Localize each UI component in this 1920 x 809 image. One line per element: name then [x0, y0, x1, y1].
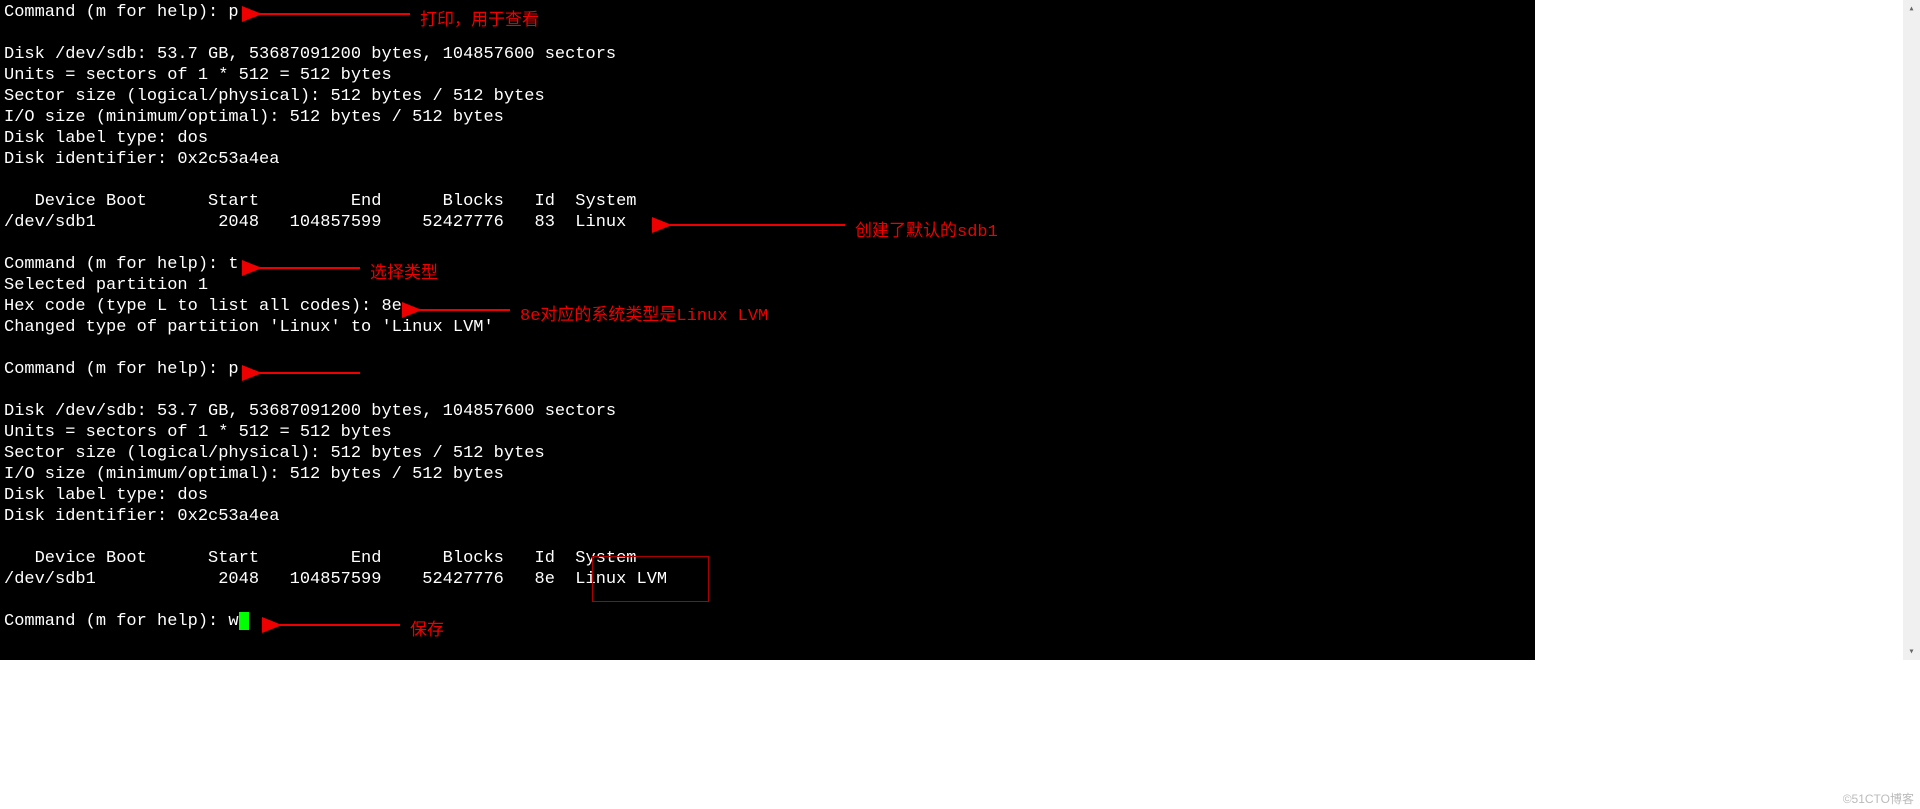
changed-type: Changed type of partition 'Linux' to 'Li…: [4, 317, 1531, 338]
hex-code: Hex code (type L to list all codes): 8e: [4, 296, 1531, 317]
disk-info-b-0: Disk /dev/sdb: 53.7 GB, 53687091200 byte…: [4, 401, 1531, 422]
disk-info-a-0: Disk /dev/sdb: 53.7 GB, 53687091200 byte…: [4, 44, 1531, 65]
disk-info-a-3: I/O size (minimum/optimal): 512 bytes / …: [4, 107, 1531, 128]
disk-info-b-4: Disk label type: dos: [4, 485, 1531, 506]
terminal[interactable]: Command (m for help): p Disk /dev/sdb: 5…: [0, 0, 1535, 660]
disk-info-b-1: Units = sectors of 1 * 512 = 512 bytes: [4, 422, 1531, 443]
blank: [4, 527, 1531, 548]
disk-info-a-4: Disk label type: dos: [4, 128, 1531, 149]
blank: [4, 338, 1531, 359]
blank: [4, 170, 1531, 191]
scroll-down-icon[interactable]: ▾: [1903, 643, 1920, 660]
watermark: ©51CTO博客: [1843, 790, 1914, 807]
cmd-p2: Command (m for help): p: [4, 359, 1531, 380]
cmd-w: Command (m for help): w: [4, 611, 1531, 632]
part-table-hdr-b: Device Boot Start End Blocks Id System: [4, 548, 1531, 569]
blank: [4, 233, 1531, 254]
scrollbar[interactable]: ▴ ▾: [1903, 0, 1920, 660]
selected-partition: Selected partition 1: [4, 275, 1531, 296]
scroll-up-icon[interactable]: ▴: [1903, 0, 1920, 17]
cmd-p1: Command (m for help): p: [4, 2, 1531, 23]
cmd-t: Command (m for help): t: [4, 254, 1531, 275]
disk-info-b-5: Disk identifier: 0x2c53a4ea: [4, 506, 1531, 527]
part-table-row-b: /dev/sdb1 2048 104857599 52427776 8e Lin…: [4, 569, 1531, 590]
disk-info-a-1: Units = sectors of 1 * 512 = 512 bytes: [4, 65, 1531, 86]
cursor-icon: [239, 612, 249, 630]
blank: [4, 23, 1531, 44]
part-table-row-a: /dev/sdb1 2048 104857599 52427776 83 Lin…: [4, 212, 1531, 233]
disk-info-a-5: Disk identifier: 0x2c53a4ea: [4, 149, 1531, 170]
disk-info-b-3: I/O size (minimum/optimal): 512 bytes / …: [4, 464, 1531, 485]
disk-info-b-2: Sector size (logical/physical): 512 byte…: [4, 443, 1531, 464]
part-table-hdr-a: Device Boot Start End Blocks Id System: [4, 191, 1531, 212]
disk-info-a-2: Sector size (logical/physical): 512 byte…: [4, 86, 1531, 107]
blank: [4, 380, 1531, 401]
blank: [4, 590, 1531, 611]
